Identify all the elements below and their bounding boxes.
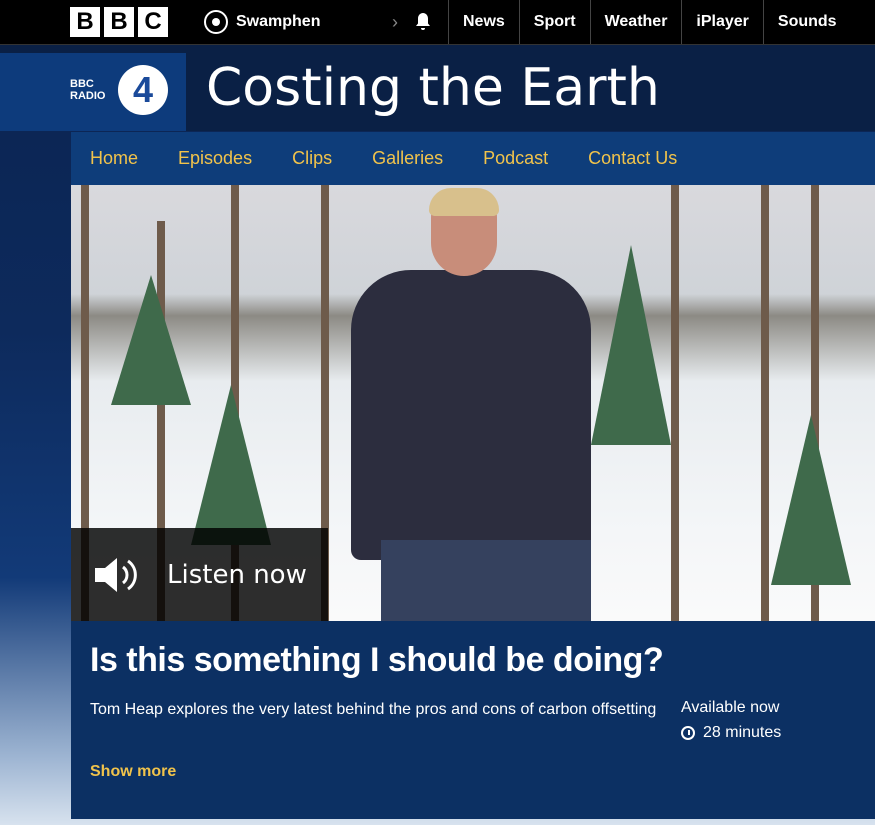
programme-nav: Home Episodes Clips Galleries Podcast Co… [71, 132, 875, 185]
tree-trunk [671, 185, 679, 621]
bbc-logo-c: C [138, 7, 168, 37]
subnav-clips[interactable]: Clips [292, 148, 332, 169]
nav-sounds[interactable]: Sounds [764, 0, 851, 44]
presenter-hair [429, 188, 499, 216]
presenter-jacket [351, 270, 591, 560]
user-icon [204, 10, 228, 34]
bbc-logo-b1: B [70, 7, 100, 37]
radio4-number-badge: 4 [118, 65, 168, 115]
notifications-bell-icon[interactable] [398, 0, 449, 44]
pine-tree [591, 245, 671, 445]
subnav-home[interactable]: Home [90, 148, 138, 169]
nav-weather[interactable]: Weather [591, 0, 683, 44]
pine-tree [111, 275, 191, 405]
episode-info: Is this something I should be doing? Tom… [71, 621, 875, 819]
account-link[interactable]: Swamphen [204, 0, 384, 44]
radio4-logo[interactable]: BBC RADIO 4 [70, 65, 168, 115]
availability-status: Available now [681, 699, 780, 716]
bbc-logo-b2: B [104, 7, 134, 37]
nav-sport[interactable]: Sport [520, 0, 591, 44]
duration-text: 28 minutes [703, 724, 782, 741]
presenter-photo [351, 188, 591, 621]
episode-description: Tom Heap explores the very latest behind… [90, 701, 657, 718]
account-name: Swamphen [236, 13, 321, 30]
programme-title[interactable]: Costing the Earth [206, 58, 660, 118]
subnav-episodes[interactable]: Episodes [178, 148, 252, 169]
clock-icon [681, 726, 695, 740]
subnav-podcast[interactable]: Podcast [483, 148, 548, 169]
global-nav: News Sport Weather iPlayer Sounds [449, 0, 851, 44]
radio4-wordmark: BBC RADIO [70, 78, 106, 102]
presenter-legs [381, 540, 591, 621]
subnav-contact-us[interactable]: Contact Us [588, 148, 677, 169]
pine-tree [771, 415, 851, 585]
nav-news[interactable]: News [449, 0, 520, 44]
show-more-link[interactable]: Show more [90, 763, 176, 781]
tree-trunk [761, 185, 769, 621]
bbc-global-header: B B C Swamphen › News Sport Weather iPla… [0, 0, 875, 45]
listen-now-label: Listen now [167, 559, 307, 590]
pine-tree [191, 385, 271, 545]
listen-now-button[interactable]: Listen now [71, 528, 328, 621]
episode-title: Is this something I should be doing? [90, 641, 664, 679]
bbc-logo[interactable]: B B C [0, 0, 190, 44]
nav-iplayer[interactable]: iPlayer [682, 0, 764, 44]
subnav-galleries[interactable]: Galleries [372, 148, 443, 169]
speaker-icon [93, 555, 145, 595]
episode-duration: 28 minutes [681, 724, 781, 742]
